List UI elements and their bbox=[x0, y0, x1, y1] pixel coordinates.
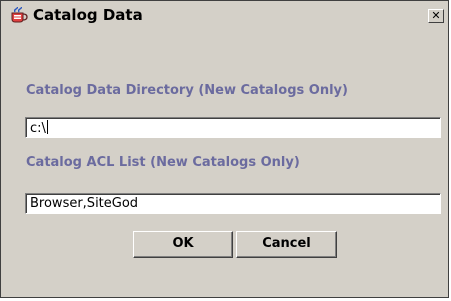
catalog-data-directory-input[interactable]: c:\ bbox=[25, 117, 441, 138]
catalog-acl-list-input[interactable]: Browser,SiteGod bbox=[25, 193, 441, 214]
catalog-acl-list-label: Catalog ACL List (New Catalogs Only) bbox=[26, 155, 300, 170]
catalog-data-directory-label: Catalog Data Directory (New Catalogs Onl… bbox=[26, 83, 348, 98]
ok-button[interactable]: OK bbox=[133, 231, 233, 258]
window-title: Catalog Data bbox=[33, 6, 143, 24]
catalog-data-dialog: Catalog Data ✕ Catalog Data Directory (N… bbox=[0, 0, 449, 298]
cancel-button[interactable]: Cancel bbox=[236, 231, 337, 258]
close-icon[interactable]: ✕ bbox=[431, 9, 440, 22]
catalog-acl-list-value: Browser,SiteGod bbox=[30, 196, 139, 211]
java-cup-icon bbox=[9, 6, 29, 23]
title-bar[interactable]: Catalog Data ✕ bbox=[1, 1, 448, 30]
close-button[interactable]: ✕ bbox=[428, 9, 444, 23]
text-caret bbox=[46, 120, 48, 134]
catalog-data-directory-value: c:\ bbox=[30, 121, 46, 136]
